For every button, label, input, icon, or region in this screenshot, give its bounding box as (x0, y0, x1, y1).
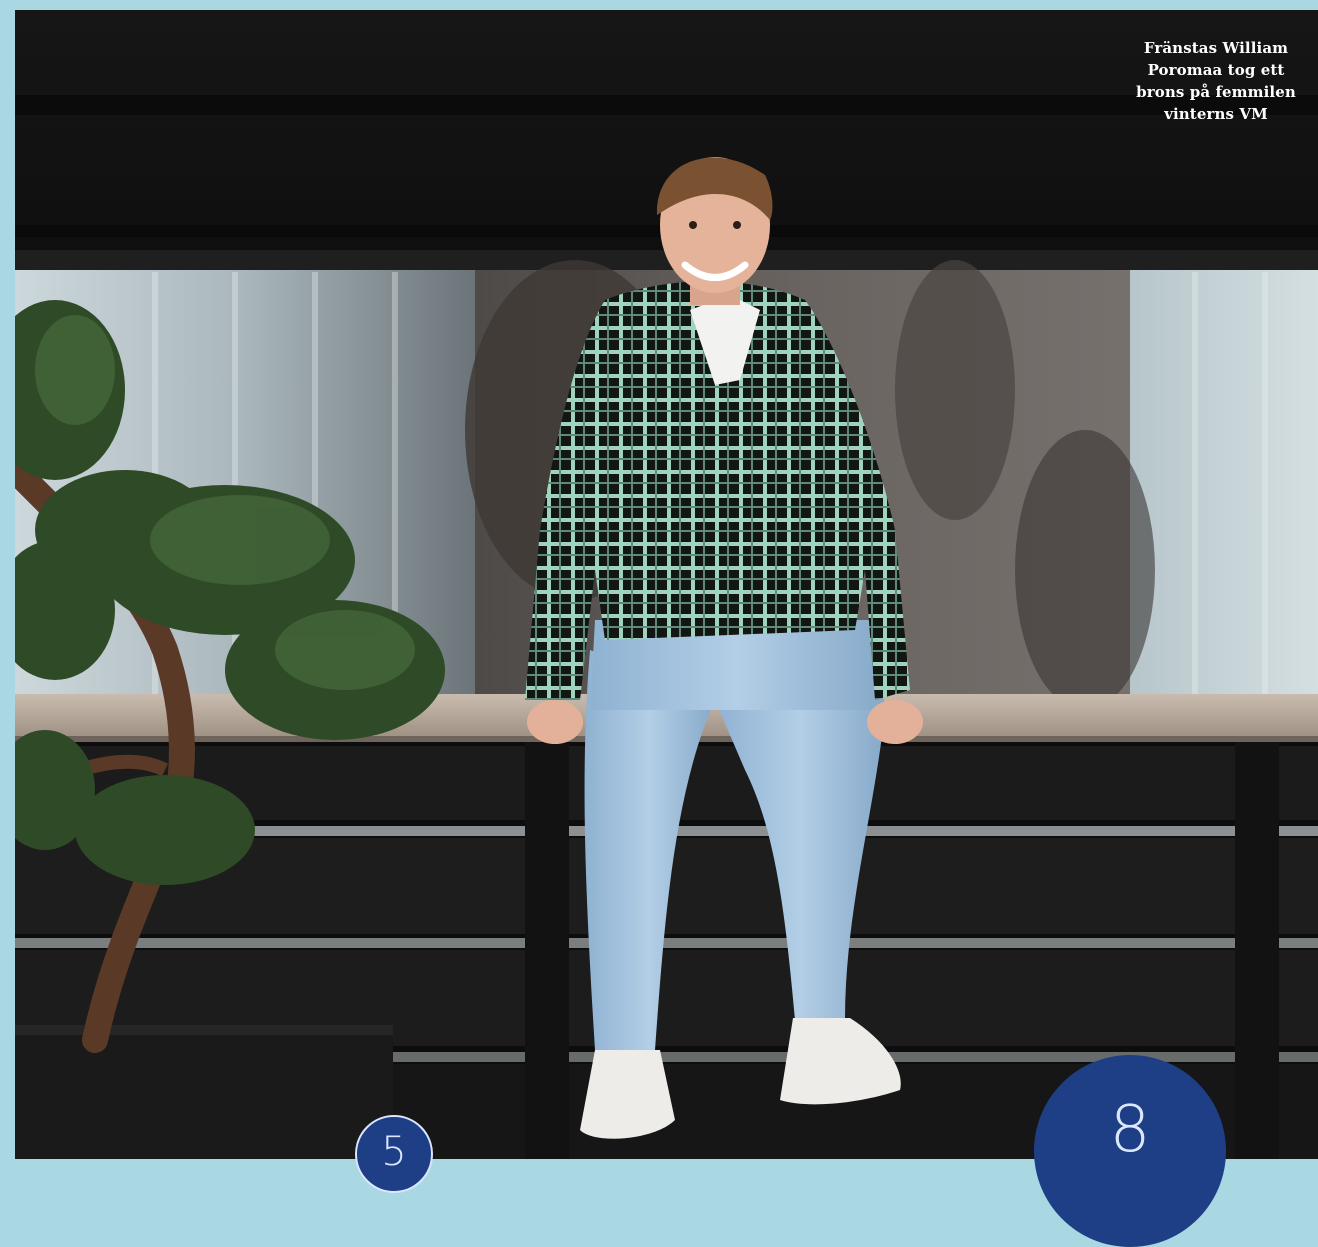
number-badge-right: 8 (1034, 1055, 1226, 1247)
photo-caption: Fränstas William Poromaa tog ett brons p… (1111, 37, 1318, 125)
caption-line: vinterns VM (1164, 105, 1268, 123)
caption-line: Poromaa tog ett (1147, 61, 1285, 79)
number-badge-left: 5 (355, 1115, 433, 1193)
hero-photo: Fränstas William Poromaa tog ett brons p… (15, 10, 1318, 1159)
photo-illustration (15, 10, 1318, 1159)
caption-line: Fränstas William (1143, 39, 1289, 57)
caption-line: brons på femmilen (1136, 83, 1296, 101)
